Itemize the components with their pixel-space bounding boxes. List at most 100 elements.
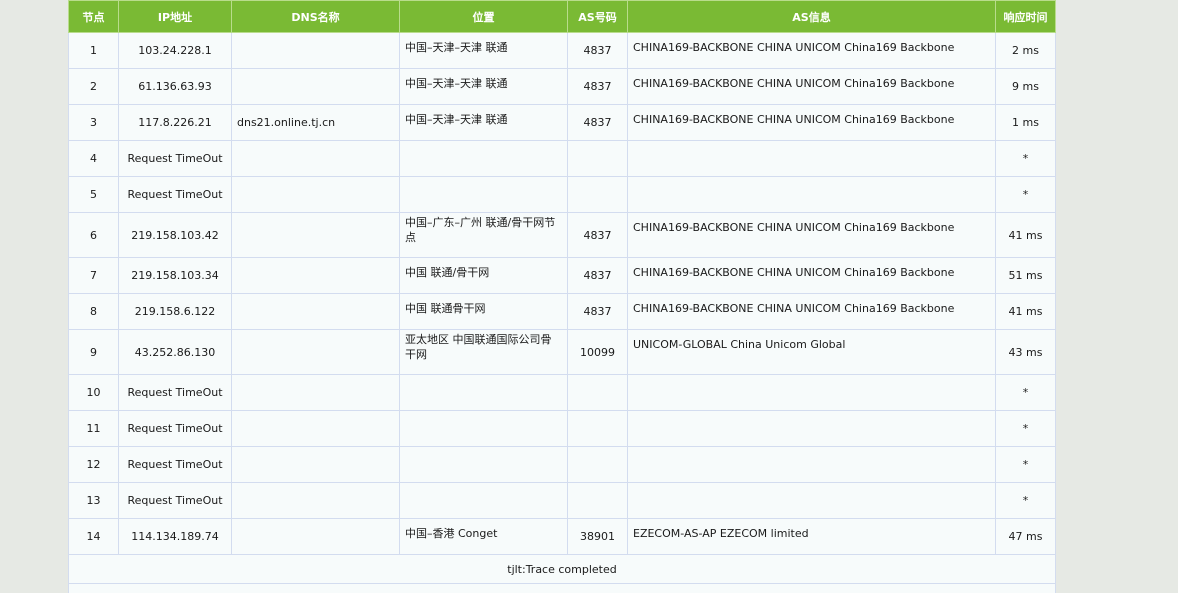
cell-hop: 10	[69, 375, 119, 411]
cell-dns	[232, 141, 400, 177]
cell-asinfo	[628, 141, 996, 177]
cell-time: *	[996, 177, 1056, 213]
cell-hop: 3	[69, 105, 119, 141]
cell-dns	[232, 33, 400, 69]
cell-location: 中国–天津–天津 联通	[400, 105, 568, 141]
cell-ip: 219.158.103.34	[119, 258, 232, 294]
cell-time: *	[996, 375, 1056, 411]
cell-dns	[232, 69, 400, 105]
cell-time: 1 ms	[996, 105, 1056, 141]
footer-row: tjlt:Trace completed	[69, 555, 1056, 584]
cell-ip: Request TimeOut	[119, 483, 232, 519]
cell-ip: Request TimeOut	[119, 375, 232, 411]
cell-asinfo: CHINA169-BACKBONE CHINA UNICOM China169 …	[628, 105, 996, 141]
cell-location	[400, 177, 568, 213]
cell-asinfo	[628, 447, 996, 483]
cell-asn: 4837	[568, 33, 628, 69]
cell-dns	[232, 213, 400, 258]
header-time: 响应时间	[996, 1, 1056, 33]
cell-asn: 4837	[568, 105, 628, 141]
table-row: 8 219.158.6.122 中国 联通骨干网 4837 CHINA169-B…	[69, 294, 1056, 330]
cell-asinfo: CHINA169-BACKBONE CHINA UNICOM China169 …	[628, 33, 996, 69]
cell-asinfo: CHINA169-BACKBONE CHINA UNICOM China169 …	[628, 69, 996, 105]
header-location: 位置	[400, 1, 568, 33]
cell-hop: 11	[69, 411, 119, 447]
traceroute-panel: 节点 IP地址 DNS名称 位置 AS号码 AS信息 响应时间 1 103.24…	[68, 0, 1055, 492]
cell-dns	[232, 294, 400, 330]
header-row: 节点 IP地址 DNS名称 位置 AS号码 AS信息 响应时间	[69, 1, 1056, 33]
cell-hop: 2	[69, 69, 119, 105]
cell-asn: 38901	[568, 519, 628, 555]
cell-asn: 10099	[568, 330, 628, 375]
header-ip: IP地址	[119, 1, 232, 33]
cell-location	[400, 375, 568, 411]
cell-dns	[232, 519, 400, 555]
trace-status: tjlt:Trace completed	[69, 555, 1056, 584]
header-asinfo: AS信息	[628, 1, 996, 33]
table-row: 9 43.252.86.130 亚太地区 中国联通国际公司骨干网 10099 U…	[69, 330, 1056, 375]
cell-time: 47 ms	[996, 519, 1056, 555]
cell-location: 中国–天津–天津 联通	[400, 69, 568, 105]
cell-location	[400, 483, 568, 519]
cell-ip: Request TimeOut	[119, 411, 232, 447]
cell-time: *	[996, 483, 1056, 519]
cell-ip: 61.136.63.93	[119, 69, 232, 105]
cell-asn	[568, 411, 628, 447]
cell-location	[400, 141, 568, 177]
cell-time: 41 ms	[996, 294, 1056, 330]
cell-asinfo	[628, 483, 996, 519]
cell-asinfo: CHINA169-BACKBONE CHINA UNICOM China169 …	[628, 258, 996, 294]
cell-asn: 4837	[568, 258, 628, 294]
cell-hop: 6	[69, 213, 119, 258]
cell-asn: 4837	[568, 294, 628, 330]
cell-hop: 5	[69, 177, 119, 213]
table-row: 3 117.8.226.21 dns21.online.tj.cn 中国–天津–…	[69, 105, 1056, 141]
cell-ip: Request TimeOut	[119, 447, 232, 483]
header-hop: 节点	[69, 1, 119, 33]
traceroute-table: 节点 IP地址 DNS名称 位置 AS号码 AS信息 响应时间 1 103.24…	[68, 0, 1056, 593]
cell-time: 43 ms	[996, 330, 1056, 375]
cell-asinfo: CHINA169-BACKBONE CHINA UNICOM China169 …	[628, 294, 996, 330]
cell-location: 中国 联通骨干网	[400, 294, 568, 330]
cell-asinfo	[628, 177, 996, 213]
table-row: 11 Request TimeOut *	[69, 411, 1056, 447]
cell-time: *	[996, 141, 1056, 177]
cell-location: 中国 联通/骨干网	[400, 258, 568, 294]
cell-location: 亚太地区 中国联通国际公司骨干网	[400, 330, 568, 375]
cell-ip: 117.8.226.21	[119, 105, 232, 141]
cell-location	[400, 411, 568, 447]
cell-hop: 14	[69, 519, 119, 555]
cell-hop: 13	[69, 483, 119, 519]
cell-dns	[232, 375, 400, 411]
cell-dns	[232, 447, 400, 483]
tail-cell	[69, 584, 1056, 593]
cell-asn	[568, 375, 628, 411]
cell-dns: dns21.online.tj.cn	[232, 105, 400, 141]
table-row: 7 219.158.103.34 中国 联通/骨干网 4837 CHINA169…	[69, 258, 1056, 294]
cell-asn	[568, 177, 628, 213]
cell-time: 9 ms	[996, 69, 1056, 105]
cell-location: 中国–香港 Conget	[400, 519, 568, 555]
cell-time: *	[996, 411, 1056, 447]
table-row: 1 103.24.228.1 中国–天津–天津 联通 4837 CHINA169…	[69, 33, 1056, 69]
cell-location: 中国–广东–广州 联通/骨干网节点	[400, 213, 568, 258]
header-asn: AS号码	[568, 1, 628, 33]
cell-location	[400, 447, 568, 483]
cell-time: *	[996, 447, 1056, 483]
cell-asn	[568, 447, 628, 483]
cell-ip: 114.134.189.74	[119, 519, 232, 555]
cell-asn	[568, 483, 628, 519]
cell-dns	[232, 411, 400, 447]
cell-time: 51 ms	[996, 258, 1056, 294]
table-row: 12 Request TimeOut *	[69, 447, 1056, 483]
table-row: 4 Request TimeOut *	[69, 141, 1056, 177]
cell-ip: Request TimeOut	[119, 177, 232, 213]
cell-hop: 4	[69, 141, 119, 177]
cell-hop: 7	[69, 258, 119, 294]
cell-dns	[232, 258, 400, 294]
cell-hop: 12	[69, 447, 119, 483]
cell-asinfo	[628, 375, 996, 411]
cell-asinfo: CHINA169-BACKBONE CHINA UNICOM China169 …	[628, 213, 996, 258]
tail-row	[69, 584, 1056, 593]
table-row: 5 Request TimeOut *	[69, 177, 1056, 213]
